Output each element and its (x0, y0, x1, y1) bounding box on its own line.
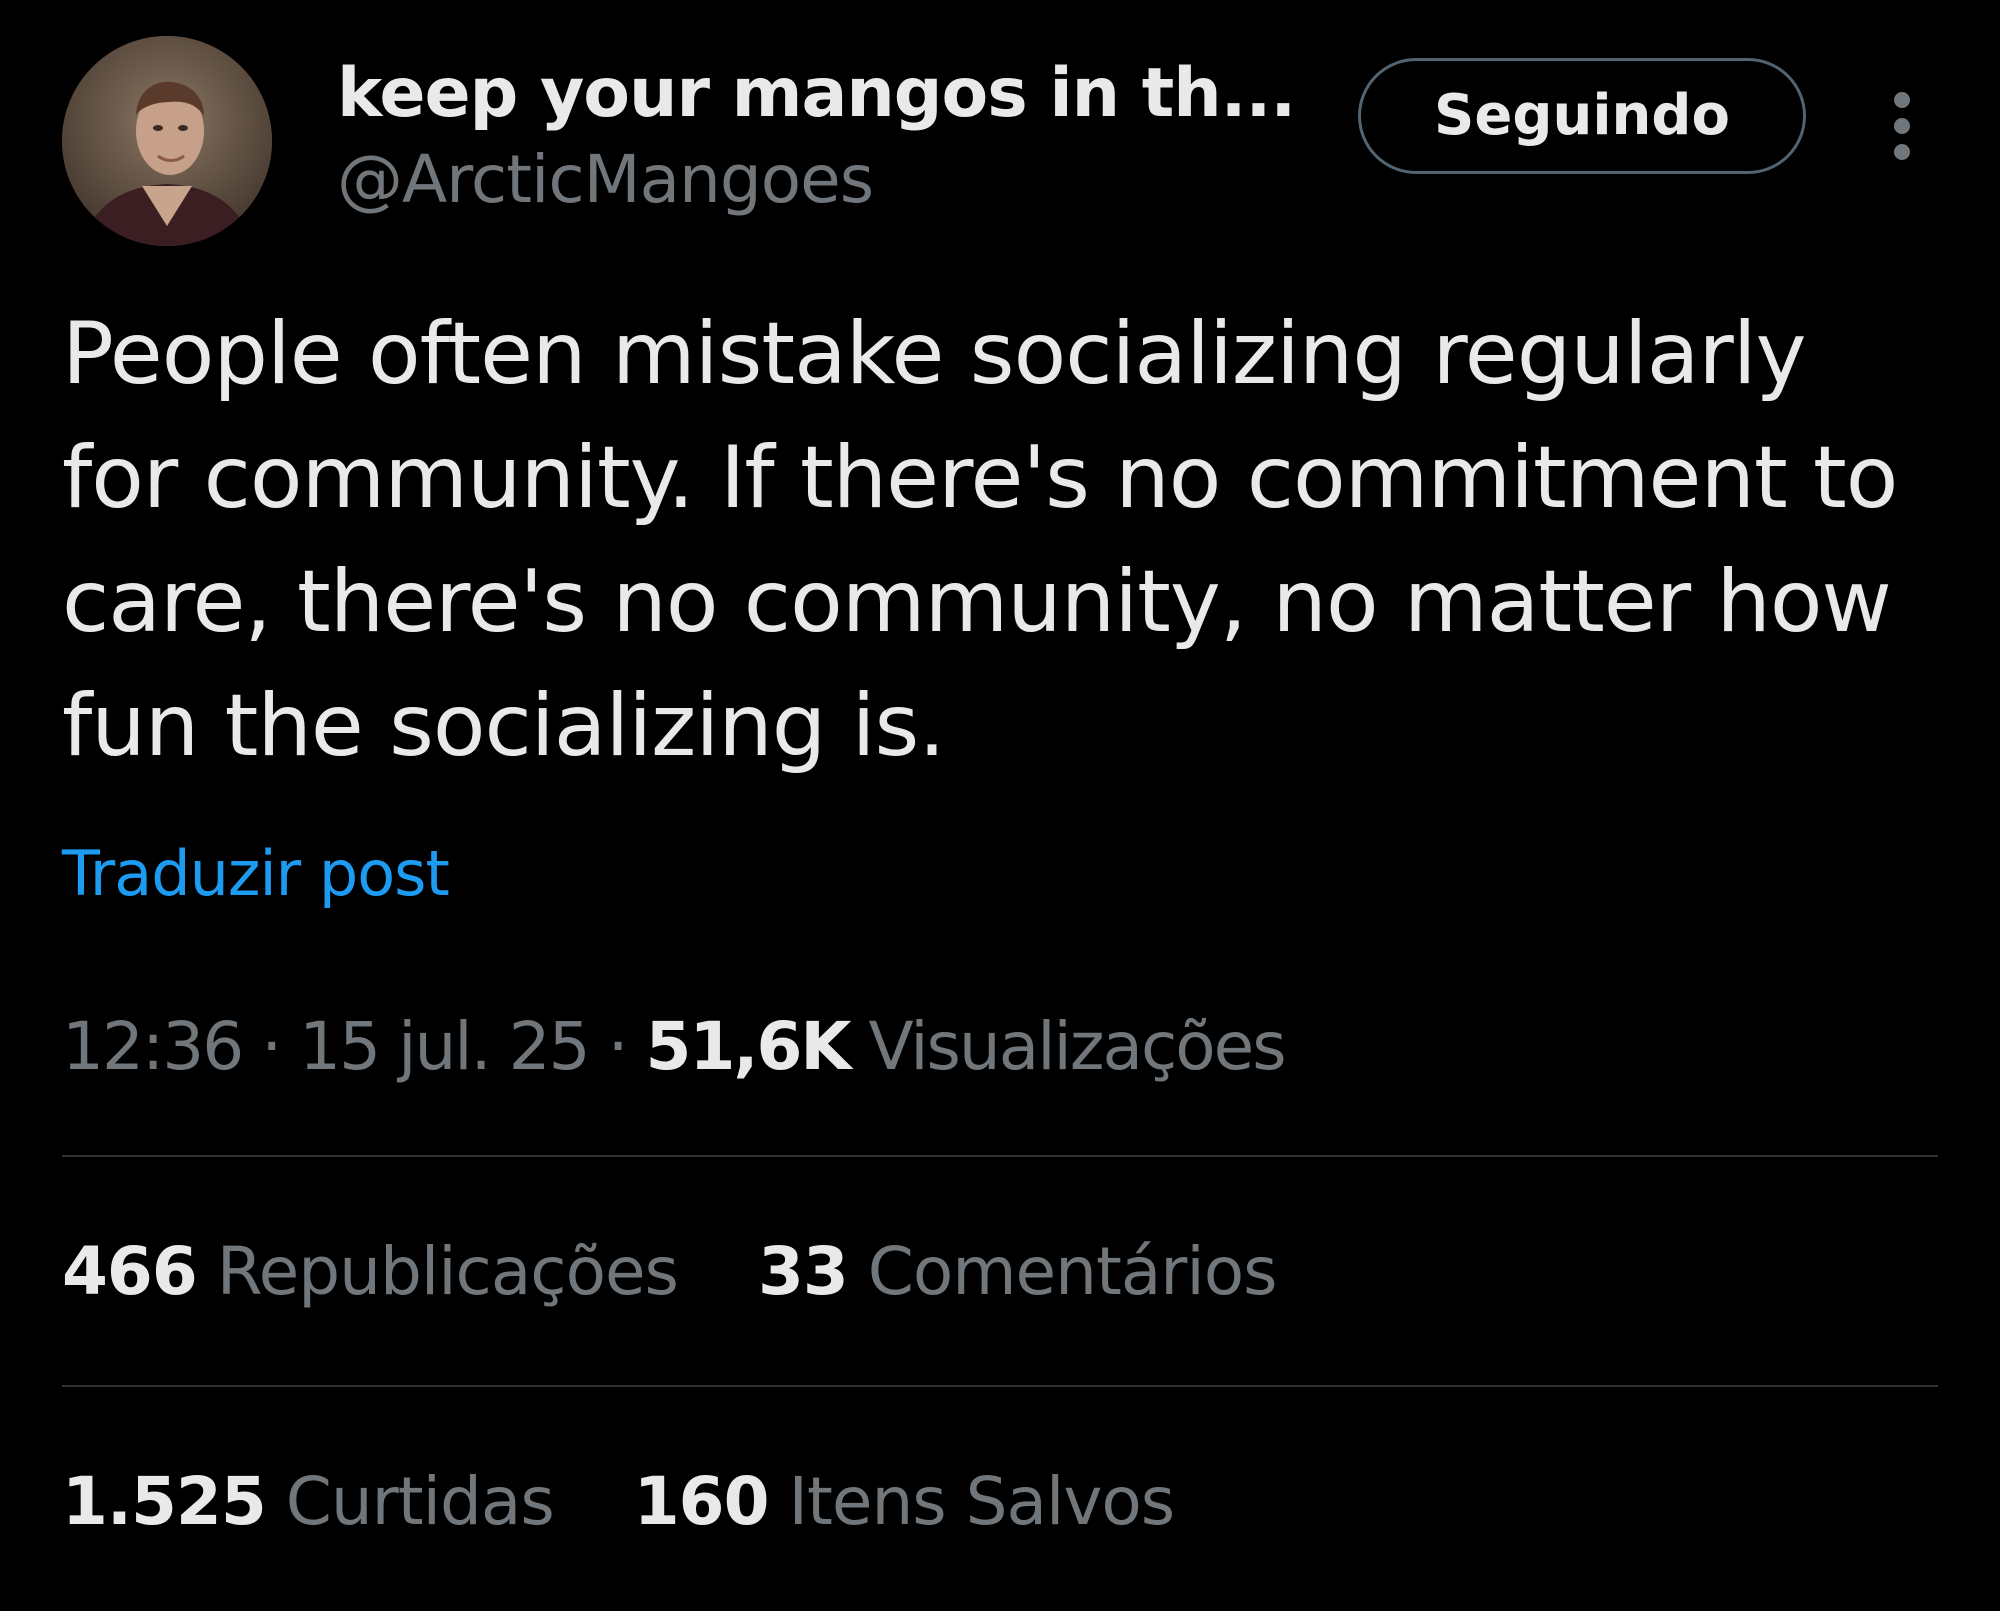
author-display-name[interactable]: keep your mangos in th... (337, 52, 1296, 136)
post-header: keep your mangos in th... @ArcticMangoes… (62, 36, 1938, 246)
reposts-stat[interactable]: 466 Republicações (62, 1230, 679, 1314)
comments-label: Comentários (867, 1233, 1278, 1310)
likes-count: 1.525 (62, 1463, 267, 1540)
divider (62, 1385, 1938, 1387)
post-text: People often mistake socializing regular… (62, 304, 1898, 776)
views-label: Visualizações (868, 1008, 1287, 1085)
profile-photo-icon (62, 36, 272, 246)
post-time[interactable]: 12:36 (62, 1008, 244, 1085)
reposts-count: 466 (62, 1233, 198, 1310)
author-avatar[interactable] (62, 36, 272, 246)
stats-row-engagement: 466 Republicações 33 Comentários (62, 1230, 1337, 1314)
following-button[interactable]: Seguindo (1358, 58, 1806, 174)
reposts-label: Republicações (216, 1233, 679, 1310)
views-count: 51,6K (645, 1008, 852, 1085)
bookmarks-stat[interactable]: 160 Itens Salvos (633, 1460, 1176, 1544)
bookmarks-count: 160 (633, 1463, 770, 1540)
likes-label: Curtidas (285, 1463, 555, 1540)
meta-separator: · (607, 1008, 629, 1085)
vertical-ellipsis-icon (1894, 92, 1910, 160)
translate-post-link[interactable]: Traduzir post (62, 832, 450, 916)
author-handle[interactable]: @ArcticMangoes (337, 140, 874, 220)
divider (62, 1155, 1938, 1157)
meta-separator: · (261, 1008, 282, 1085)
comments-count: 33 (757, 1233, 849, 1310)
post-date[interactable]: 15 jul. 25 (299, 1008, 590, 1085)
more-options-button[interactable] (1872, 86, 1932, 166)
bookmarks-label: Itens Salvos (788, 1463, 1176, 1540)
post-meta: 12:36 · 15 jul. 25 · 51,6K Visualizações (62, 1005, 1287, 1089)
stats-row-reactions: 1.525 Curtidas 160 Itens Salvos (62, 1460, 1234, 1544)
likes-stat[interactable]: 1.525 Curtidas (62, 1460, 555, 1544)
comments-stat[interactable]: 33 Comentários (757, 1230, 1278, 1314)
